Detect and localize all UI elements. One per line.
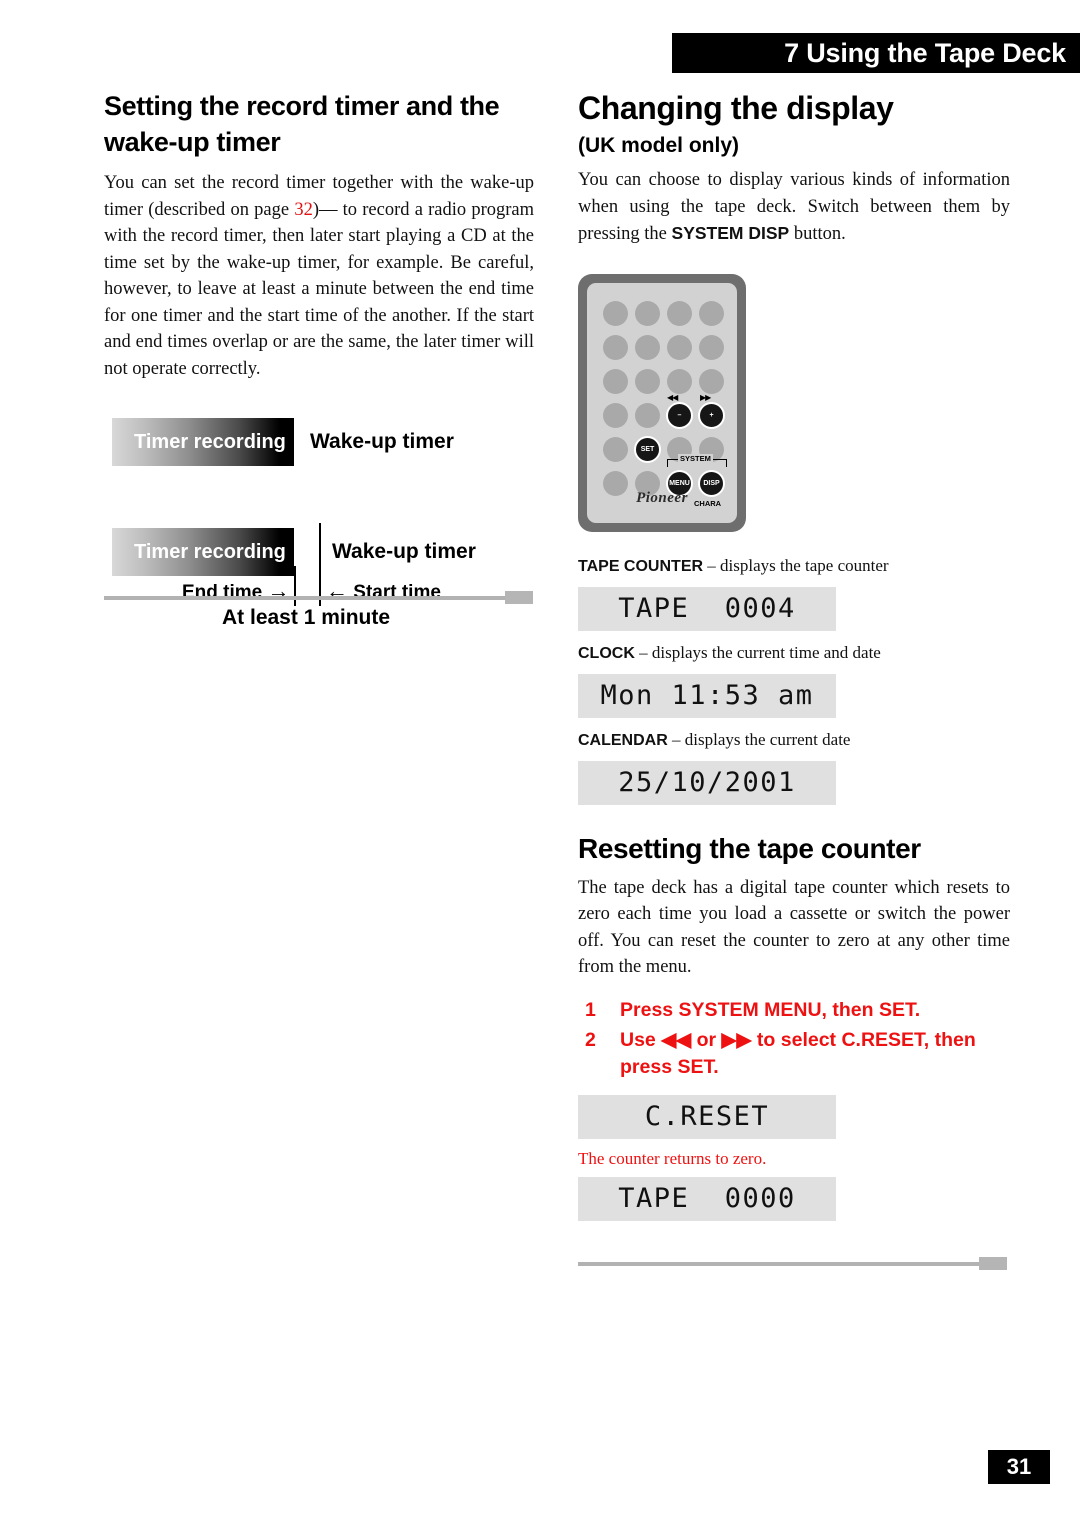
display-mode-caption-clock: CLOCK – displays the current time and da… bbox=[578, 641, 1010, 666]
wake-up-timer-label-1: Wake-up timer bbox=[310, 430, 454, 453]
remote-button-r1c4[interactable] bbox=[699, 300, 724, 326]
lcd-panel-tape-0000: TAPE 0000 bbox=[578, 1176, 836, 1221]
display-mode-dash-2: – bbox=[667, 729, 685, 749]
remote-button-r3c3[interactable] bbox=[667, 368, 692, 394]
remote-button-r4c1[interactable] bbox=[603, 402, 628, 428]
reset-step-1: 1 Press SYSTEM MENU, then SET. bbox=[578, 997, 1010, 1024]
section-heading-record-timer: Setting the record timer and the wake-up… bbox=[104, 91, 500, 157]
remote-button-r1c3[interactable] bbox=[667, 300, 692, 326]
remote-button-r2c4[interactable] bbox=[699, 334, 724, 360]
subheading-uk-model-only: (UK model only) bbox=[578, 134, 739, 157]
skip-back-icon: ◀◀ bbox=[667, 392, 678, 402]
remote-button-r5c1[interactable] bbox=[603, 436, 628, 462]
remote-faceplate: ◀◀ ▶▶ – + SET MENU DISP SYSTEM CHARA Pio… bbox=[587, 282, 737, 523]
display-mode-name-clock: CLOCK bbox=[578, 644, 635, 662]
remote-plus-button[interactable]: + bbox=[698, 401, 725, 429]
at-least-one-minute-label: At least 1 minute bbox=[222, 606, 391, 629]
wake-up-timer-label-2: Wake-up timer bbox=[332, 540, 476, 563]
display-mode-caption-tape-counter: TAPE COUNTER – displays the tape counter bbox=[578, 554, 1010, 579]
chapter-running-head: 7 Using the Tape Deck bbox=[672, 33, 1080, 73]
lcd-panel-calendar: 25/10/2001 bbox=[578, 760, 836, 805]
reset-procedure-steps: 1 Press SYSTEM MENU, then SET. 2 Use ◀◀ or… bbox=[578, 997, 1010, 1081]
reset-step-2-text: Use ◀◀ or ▶▶ to select C.RESET, then pre… bbox=[620, 1028, 976, 1078]
intro-text-part-2: )— to record a radio program with the re… bbox=[104, 199, 534, 379]
remote-button-r3c1[interactable] bbox=[603, 368, 628, 394]
remote-button-r1c1[interactable] bbox=[603, 300, 628, 326]
page-reference-32: 32 bbox=[294, 199, 313, 220]
reset-step-2: 2 Use ◀◀ or ▶▶ to select C.RESET, then pr… bbox=[578, 1027, 1010, 1081]
display-mode-caption-calendar: CALENDAR – displays the current date bbox=[578, 728, 1010, 753]
record-timer-intro-paragraph: You can set the record timer together wi… bbox=[104, 170, 534, 382]
system-disp-button-reference: SYSTEM DISP bbox=[671, 223, 790, 243]
reset-step-2-number: 2 bbox=[585, 1028, 596, 1051]
remote-button-r2c2[interactable] bbox=[635, 334, 660, 360]
lcd-panel-tape-counter: TAPE 0004 bbox=[578, 586, 836, 631]
start-time-marker-line bbox=[319, 523, 321, 606]
timer-recording-bar-1: Timer recording bbox=[112, 418, 294, 466]
display-mode-desc-tape-counter: displays the tape counter bbox=[720, 555, 889, 575]
display-modes-list: TAPE COUNTER – displays the tape counter… bbox=[578, 554, 1010, 805]
counter-returns-to-zero-note: The counter returns to zero. bbox=[578, 1148, 767, 1168]
start-time-annotation: ← Start time bbox=[326, 578, 441, 604]
changing-display-intro-paragraph: You can choose to display various kinds … bbox=[578, 167, 1010, 248]
left-column: Setting the record timer and the wake-up… bbox=[104, 88, 534, 633]
remote-button-r2c3[interactable] bbox=[667, 334, 692, 360]
display-mode-desc-clock: displays the current time and date bbox=[651, 642, 881, 662]
timer-recording-bar-2-label: Timer recording bbox=[134, 540, 286, 563]
end-time-marker-line bbox=[294, 566, 296, 606]
remote-button-r3c4[interactable] bbox=[699, 368, 724, 394]
system-bracket-label: SYSTEM bbox=[678, 453, 713, 463]
remote-button-r4c2[interactable] bbox=[635, 402, 660, 428]
timer-recording-bar-1-label: Timer recording bbox=[134, 430, 286, 453]
right-column-rule-end-block bbox=[979, 1257, 1007, 1270]
display-intro-part-2: button. bbox=[789, 224, 846, 244]
remote-button-r3c2[interactable] bbox=[635, 368, 660, 394]
section-heading-resetting-tape-counter: Resetting the tape counter bbox=[578, 832, 921, 864]
lcd-panel-c-reset: C.RESET bbox=[578, 1094, 836, 1139]
left-column-rule-end-block bbox=[505, 591, 533, 604]
display-mode-name-calendar: CALENDAR bbox=[578, 731, 668, 749]
remote-button-r1c2[interactable] bbox=[635, 300, 660, 326]
page-number: 31 bbox=[988, 1450, 1050, 1484]
remote-button-r2c1[interactable] bbox=[603, 334, 628, 360]
timer-recording-bar-2: Timer recording bbox=[112, 528, 294, 576]
remote-control-illustration: ◀◀ ▶▶ – + SET MENU DISP SYSTEM CHARA Pio… bbox=[578, 273, 746, 532]
display-mode-name-tape-counter: TAPE COUNTER bbox=[578, 557, 704, 575]
display-mode-desc-calendar: displays the current date bbox=[684, 729, 851, 749]
timer-overlap-diagram: Timer recording Wake-up timer Timer reco… bbox=[104, 418, 534, 633]
reset-step-1-number: 1 bbox=[585, 998, 596, 1021]
reset-step-1-text: Press SYSTEM MENU, then SET. bbox=[620, 998, 921, 1021]
remote-set-button[interactable]: SET bbox=[634, 435, 661, 463]
display-mode-dash-1: – bbox=[634, 642, 652, 662]
section-heading-changing-display: Changing the display bbox=[578, 90, 894, 126]
lcd-panel-clock: Mon 11:53 am bbox=[578, 673, 836, 718]
end-time-annotation: End time → bbox=[182, 578, 290, 604]
right-column: Changing the display (UK model only) You… bbox=[578, 88, 1010, 1231]
resetting-tape-counter-paragraph: The tape deck has a digital tape counter… bbox=[578, 877, 1010, 978]
display-mode-dash-0: – bbox=[703, 555, 721, 575]
remote-minus-button[interactable]: – bbox=[666, 401, 693, 429]
skip-forward-icon: ▶▶ bbox=[700, 392, 711, 402]
pioneer-logo: Pioneer bbox=[636, 489, 688, 506]
right-column-bottom-rule bbox=[578, 1262, 992, 1266]
left-column-bottom-rule bbox=[104, 596, 518, 600]
